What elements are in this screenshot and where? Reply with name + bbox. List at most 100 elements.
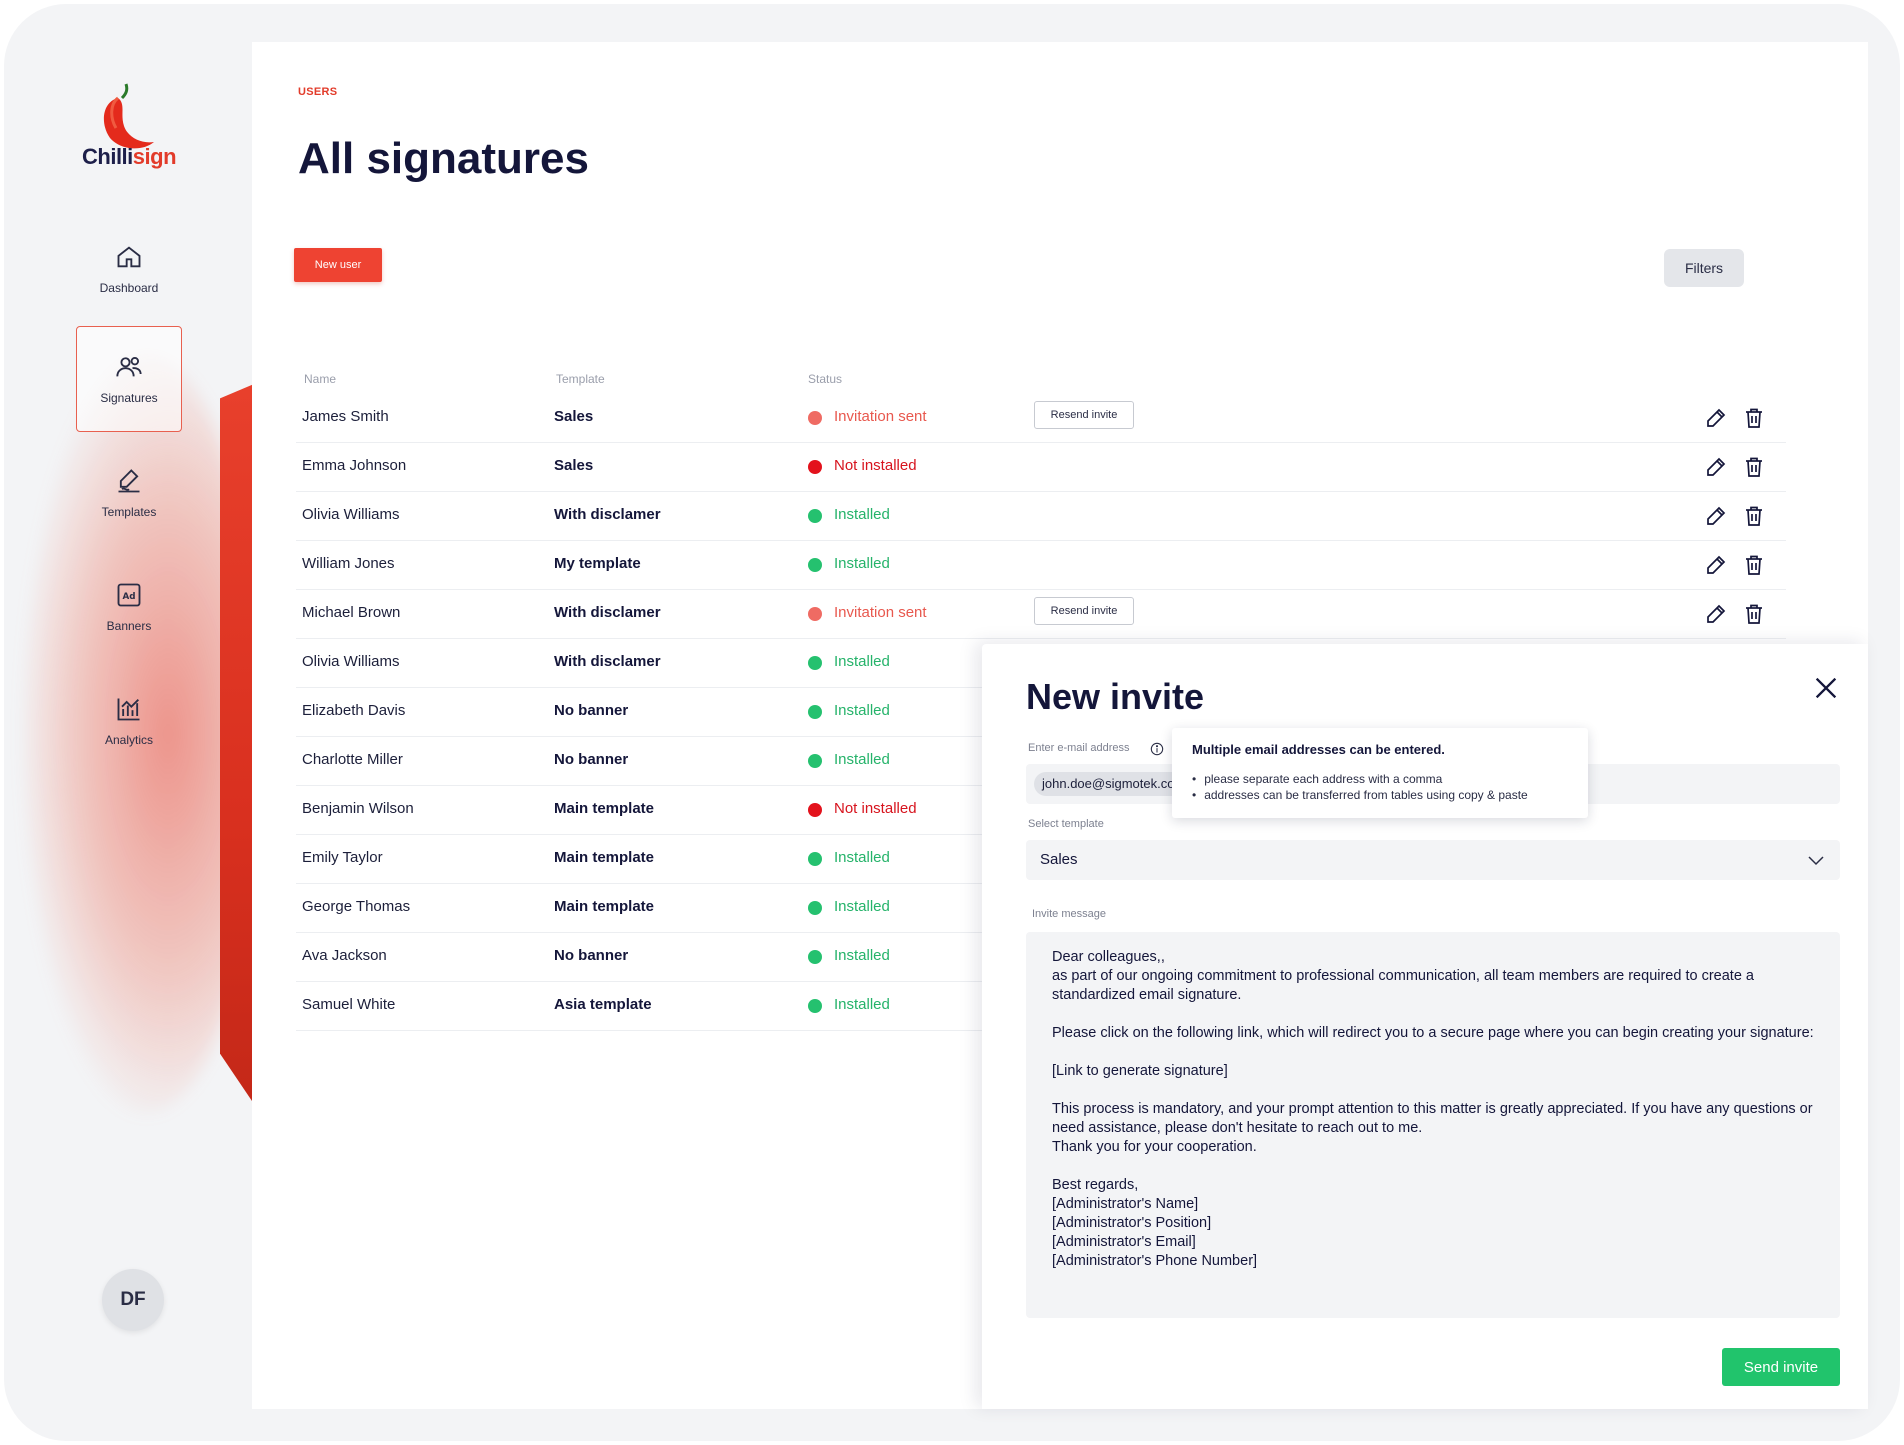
send-invite-button[interactable]: Send invite: [1722, 1348, 1840, 1386]
template-select[interactable]: Sales: [1026, 840, 1840, 880]
table-row[interactable]: Olivia Williams With disclamer Installed: [296, 492, 1786, 541]
row-name: Olivia Williams: [302, 653, 400, 670]
status-dot-icon: [808, 656, 822, 670]
new-user-button[interactable]: New user: [294, 248, 382, 282]
row-template: Main template: [554, 898, 655, 915]
home-icon: [117, 246, 141, 268]
status-badge: Installed: [834, 898, 890, 915]
breadcrumb[interactable]: USERS: [298, 86, 337, 98]
status-badge: Installed: [834, 996, 890, 1013]
status-badge: Not installed: [834, 457, 917, 474]
status-dot-icon: [808, 901, 822, 915]
column-header-template[interactable]: Template: [556, 372, 605, 386]
row-name: George Thomas: [302, 898, 411, 915]
status-badge: Installed: [834, 506, 890, 523]
status-dot-icon: [808, 803, 822, 817]
info-icon[interactable]: [1150, 742, 1164, 756]
tooltip-title: Multiple email addresses can be entered.: [1192, 742, 1445, 757]
row-name: James Smith: [302, 408, 389, 425]
bar-chart-icon: [117, 698, 140, 721]
edit-pencil-icon[interactable]: [1704, 406, 1728, 430]
table-row[interactable]: Emma Johnson Sales Not installed: [296, 443, 1786, 492]
row-name: Benjamin Wilson: [302, 800, 414, 817]
close-icon[interactable]: [1812, 674, 1840, 702]
table-row[interactable]: James Smith Sales Invitation sent Resend in…: [296, 394, 1786, 443]
status-dot-icon: [808, 950, 822, 964]
edit-pencil-icon[interactable]: [1704, 553, 1728, 577]
tooltip-list: please separate each address with a comm…: [1192, 771, 1568, 803]
template-select-value: Sales: [1040, 851, 1078, 868]
nav-item-signatures[interactable]: Signatures: [76, 326, 182, 432]
table-row[interactable]: William Jones My template Installed: [296, 541, 1786, 590]
row-template: Main template: [554, 800, 655, 817]
status-badge: Installed: [834, 555, 890, 572]
nav-item-analytics[interactable]: Analytics: [76, 668, 182, 774]
edit-pencil-icon[interactable]: [1704, 602, 1728, 626]
nav-label-banners: Banners: [106, 619, 152, 633]
row-name: Samuel White: [302, 996, 396, 1013]
nav-item-templates[interactable]: Templates: [76, 440, 182, 546]
brand-wordmark: Chillisign: [82, 144, 177, 170]
modal-title: New invite: [1026, 676, 1205, 717]
status-badge: Invitation sent: [834, 408, 927, 425]
row-name: Elizabeth Davis: [302, 702, 406, 719]
ad-banner-icon: Ad: [117, 583, 141, 607]
page-title: All signatures: [298, 134, 589, 183]
chevron-down-icon[interactable]: [1806, 850, 1826, 870]
nav-label-templates: Templates: [101, 505, 157, 519]
status-badge: Installed: [834, 947, 890, 964]
table-row[interactable]: Michael Brown With disclamer Invitation se…: [296, 590, 1786, 639]
invite-message-textarea[interactable]: Dear colleagues,, as part of our ongoing…: [1026, 932, 1840, 1318]
status-dot-icon: [808, 852, 822, 866]
status-badge: Installed: [834, 849, 890, 866]
brand-name-part1: Chilli: [82, 144, 133, 169]
column-header-status[interactable]: Status: [808, 372, 842, 386]
row-name: Charlotte Miller: [302, 751, 403, 768]
row-template: No banner: [554, 702, 629, 719]
trash-icon[interactable]: [1742, 406, 1766, 430]
nav-label-analytics: Analytics: [104, 733, 154, 747]
svg-text:Ad: Ad: [122, 592, 135, 602]
row-name: Olivia Williams: [302, 506, 400, 523]
tooltip-item: addresses can be transferred from tables…: [1192, 787, 1568, 803]
email-chip[interactable]: john.doe@sigmotek.com: [1034, 772, 1184, 796]
trash-icon[interactable]: [1742, 504, 1766, 528]
row-name: William Jones: [302, 555, 395, 572]
nav-item-dashboard[interactable]: Dashboard: [76, 216, 182, 322]
nav-label-dashboard: Dashboard: [99, 281, 159, 295]
row-name: Michael Brown: [302, 604, 401, 621]
resend-invite-button[interactable]: Resend invite: [1034, 401, 1134, 429]
row-template: Asia template: [554, 996, 652, 1013]
signature-pen-icon: [118, 469, 140, 493]
row-template: Main template: [554, 849, 655, 866]
trash-icon[interactable]: [1742, 455, 1766, 479]
status-badge: Not installed: [834, 800, 917, 817]
users-icon: [116, 356, 142, 377]
resend-invite-button[interactable]: Resend invite: [1034, 597, 1134, 625]
trash-icon[interactable]: [1742, 553, 1766, 577]
edit-pencil-icon[interactable]: [1704, 504, 1728, 528]
email-tooltip: Multiple email addresses can be entered.…: [1172, 728, 1588, 818]
filters-button[interactable]: Filters: [1664, 249, 1744, 287]
row-name: Ava Jackson: [302, 947, 387, 964]
status-dot-icon: [808, 754, 822, 768]
nav-label-signatures: Signatures: [100, 391, 158, 405]
row-name: Emma Johnson: [302, 457, 407, 474]
decorative-red-band: [220, 384, 254, 1104]
row-template: Sales: [554, 408, 594, 425]
trash-icon[interactable]: [1742, 602, 1766, 626]
status-dot-icon: [808, 558, 822, 572]
row-template: With disclamer: [554, 604, 661, 621]
status-dot-icon: [808, 705, 822, 719]
status-dot-icon: [808, 607, 822, 621]
status-dot-icon: [808, 460, 822, 474]
status-badge: Installed: [834, 751, 890, 768]
column-header-name[interactable]: Name: [304, 372, 336, 386]
edit-pencil-icon[interactable]: [1704, 455, 1728, 479]
nav-item-banners[interactable]: Ad Banners: [76, 554, 182, 660]
app-frame: Chillisign Dashboard Signatures Template…: [4, 4, 1900, 1441]
status-dot-icon: [808, 999, 822, 1013]
user-avatar[interactable]: DF: [102, 1269, 164, 1331]
row-template: With disclamer: [554, 506, 661, 523]
status-badge: Installed: [834, 702, 890, 719]
